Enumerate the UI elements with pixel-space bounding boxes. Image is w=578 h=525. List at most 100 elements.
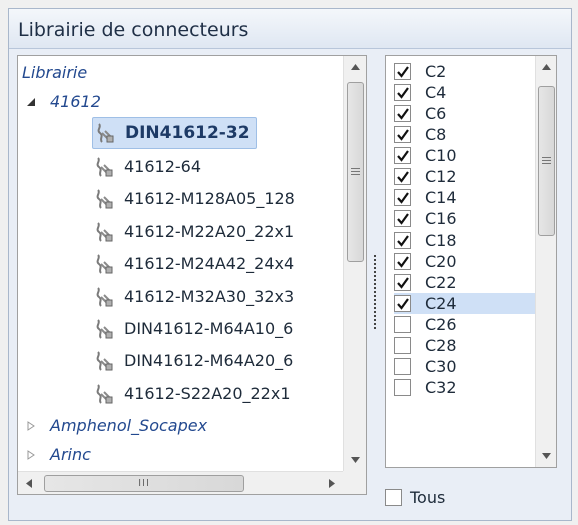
scroll-left-arrow-icon[interactable] [18,472,40,494]
contact-label: C8 [425,125,447,145]
contact-item[interactable]: C10 [394,145,541,166]
tree-item-connector[interactable]: 41612-M128A05_128 [92,184,295,214]
tree-item-connector[interactable]: 41612-S22A20_22x1 [92,379,291,409]
contact-checkbox[interactable] [394,104,411,122]
contact-item[interactable]: C6 [394,103,541,124]
scroll-right-arrow-icon[interactable] [321,472,343,494]
contact-item[interactable]: C14 [394,188,541,209]
contact-item[interactable]: C22 [394,272,541,293]
scroll-up-arrow-icon[interactable] [344,56,366,78]
contact-checkbox[interactable] [394,294,411,312]
contact-checkbox[interactable] [394,273,411,291]
contact-item[interactable]: C32 [394,378,541,399]
contact-checkbox[interactable] [394,189,411,207]
panel-splitter-grip[interactable] [374,255,378,329]
contacts-list[interactable]: C2 C4 C6 C8 C10 C12 C14 C16 C18 C20 C22 C24 C26 C28 C3… [385,55,557,468]
grip-icon [542,157,551,164]
contacts-vertical-scrollbar[interactable] [535,56,556,467]
contact-item[interactable]: C24 [394,293,541,314]
tree-item-connector[interactable]: DIN41612-M64A10_6 [92,314,293,344]
tree-item-label: 41612-M22A20_22x1 [124,222,295,241]
contact-checkbox[interactable] [394,210,411,228]
tree-vertical-scrollbar[interactable] [343,56,366,471]
select-all-toggle[interactable]: Tous [385,484,445,510]
select-all-checkbox[interactable] [385,488,402,506]
tree-item-connector[interactable]: 41612-64 [92,152,201,182]
tree-group-arinc[interactable]: Arinc [26,440,91,470]
tree-item-connector[interactable]: DIN41612-32 [92,117,257,149]
grip-icon [351,168,360,175]
tree-item-label: DIN41612-M64A10_6 [124,319,294,338]
library-tree[interactable]: Librairie 41612 DIN41612-32 41612-64 41612… [17,55,367,495]
connector-icon [93,121,117,145]
connector-icon [96,254,113,274]
contact-label: C4 [425,82,447,102]
tree-item-label: 41612-64 [124,157,202,176]
expand-triangle-icon[interactable] [26,450,36,460]
contact-item[interactable]: C16 [394,209,541,230]
tree-item-connector[interactable]: DIN41612-M64A20_6 [92,346,293,376]
contact-label: C30 [425,357,457,377]
contact-item[interactable]: C30 [394,356,541,377]
contact-item[interactable]: C28 [394,335,541,356]
contact-item[interactable]: C4 [394,82,541,103]
contact-label: C18 [425,230,457,250]
contact-item[interactable]: C26 [394,314,541,335]
connector-icon [96,222,113,242]
tree-item-connector[interactable]: 41612-M22A20_22x1 [92,217,294,247]
checkmark-icon [397,87,409,99]
contact-item[interactable]: C12 [394,167,541,188]
scroll-down-arrow-icon[interactable] [344,449,366,471]
connector-icon [92,285,116,309]
contact-checkbox[interactable] [394,315,411,333]
checkmark-icon [397,234,409,247]
select-all-label: Tous [410,487,446,507]
contact-checkbox[interactable] [394,126,411,144]
scroll-thumb[interactable] [538,86,555,236]
connector-icon [96,287,113,307]
connector-icon [92,155,116,179]
connector-icon [92,252,116,276]
tree-group-amphenol[interactable]: Amphenol_Socapex [26,411,207,441]
contact-checkbox[interactable] [394,62,411,80]
connector-icon [96,351,113,371]
contact-label: C2 [425,61,447,81]
contact-item[interactable]: C20 [394,251,541,272]
contact-checkbox[interactable] [394,379,411,397]
window-title: Librairie de connecteurs [9,9,571,49]
tree-group-41612[interactable]: 41612 [26,87,101,117]
contact-checkbox[interactable] [394,252,411,270]
contact-checkbox[interactable] [394,147,411,165]
contact-item[interactable]: C2 [394,61,541,82]
expand-triangle-icon[interactable] [26,421,36,431]
contact-label: C26 [425,314,457,334]
contact-label: C12 [425,167,457,187]
grip-label: III [138,478,150,489]
scroll-up-arrow-icon[interactable] [536,56,556,78]
contact-checkbox[interactable] [394,337,411,355]
collapse-triangle-icon[interactable] [26,97,36,107]
checkmark-icon [397,298,409,310]
tree-horizontal-scrollbar[interactable]: III [18,471,343,494]
scroll-down-arrow-icon[interactable] [536,445,556,467]
checkmark-icon [397,66,409,78]
contact-checkbox[interactable] [394,83,411,101]
tree-root[interactable]: Librairie [22,58,87,88]
contact-checkbox[interactable] [394,231,411,249]
contact-item[interactable]: C8 [394,124,541,145]
tree-item-label: DIN41612-M64A20_6 [124,351,294,370]
contact-label: C24 [425,293,457,313]
checkmark-icon [397,171,409,184]
contact-label: C20 [425,251,457,271]
tree-item-connector[interactable]: 41612-M24A42_24x4 [92,249,294,279]
contact-checkbox[interactable] [394,168,411,186]
contact-label: C32 [425,378,457,398]
contact-checkbox[interactable] [394,358,411,376]
tree-item-connector[interactable]: 41612-M32A30_32x3 [92,282,294,312]
contact-label: C10 [425,146,457,166]
contact-label: C22 [425,272,457,292]
contact-item[interactable]: C18 [394,230,541,251]
scroll-thumb[interactable] [347,82,364,262]
tree-rows: Librairie 41612 DIN41612-32 41612-64 41612… [18,56,343,471]
scroll-thumb[interactable]: III [44,475,244,492]
